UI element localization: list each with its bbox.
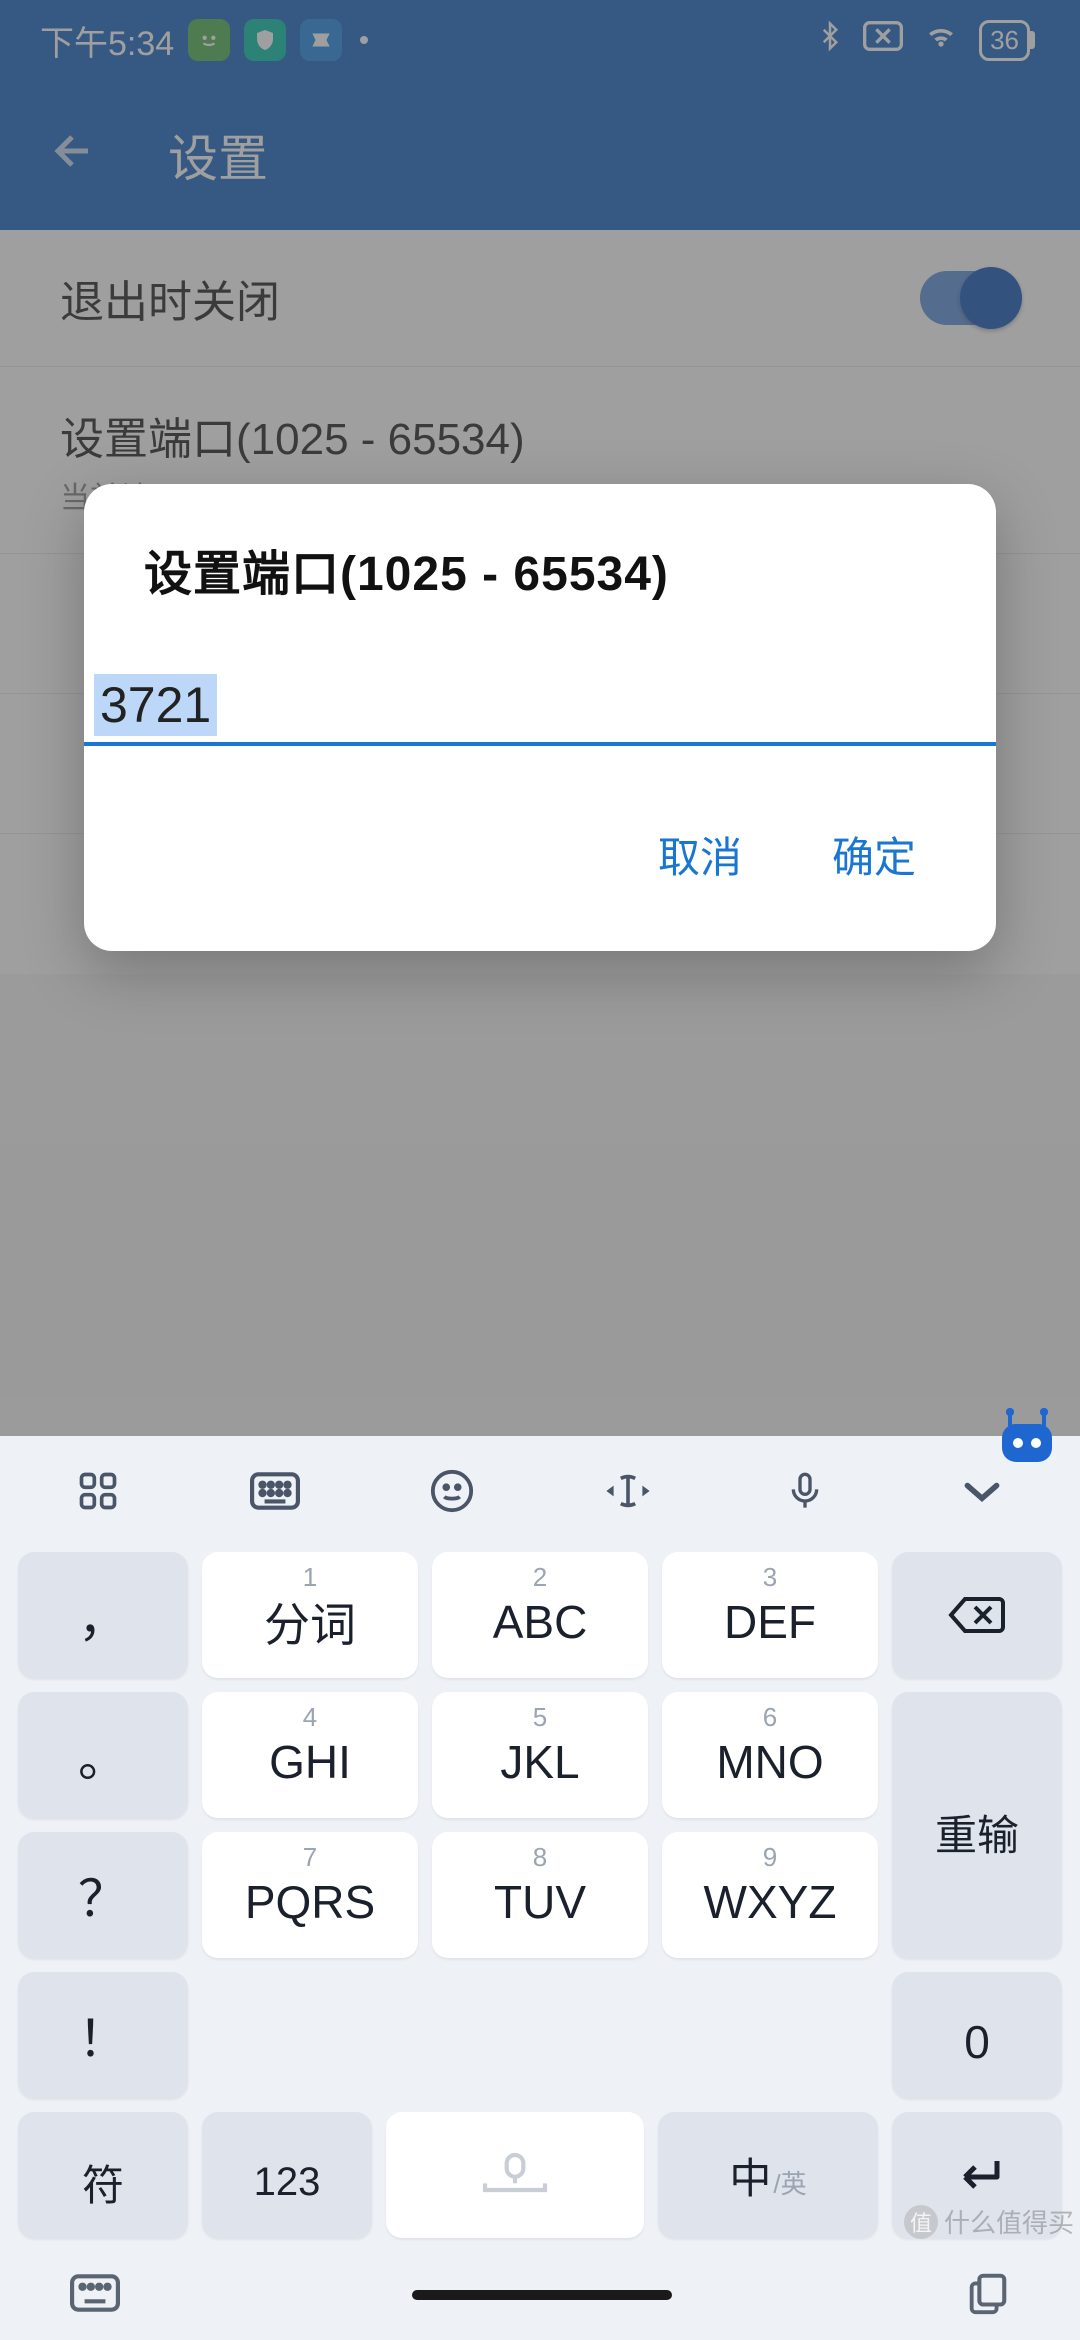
- keyboard-toolbar: [0, 1436, 1080, 1546]
- key-123[interactable]: 123: [202, 2112, 372, 2238]
- key-backspace[interactable]: [892, 1552, 1062, 1678]
- battery-indicator: 36: [979, 20, 1030, 61]
- key-space[interactable]: [386, 2112, 644, 2238]
- setting-label: 退出时关闭: [60, 266, 280, 330]
- setting-close-on-exit[interactable]: 退出时关闭: [0, 230, 1080, 367]
- watermark: 值 什么值得买: [904, 2203, 1074, 2240]
- assistant-robot-icon[interactable]: [992, 1406, 1062, 1468]
- key-9-wxyz[interactable]: 9WXYZ: [662, 1832, 878, 1958]
- more-indicator-icon: [360, 36, 368, 44]
- key-2-abc[interactable]: 2ABC: [432, 1552, 648, 1678]
- port-input-wrap[interactable]: 3721: [84, 674, 996, 746]
- key-comma[interactable]: ，: [18, 1552, 188, 1678]
- page-title: 设置: [168, 119, 268, 191]
- status-bar: 下午5:34 36: [0, 0, 1080, 80]
- wifi-icon: [921, 20, 961, 61]
- system-nav-bar: [0, 2250, 1080, 2340]
- ok-button[interactable]: 确定: [822, 808, 926, 901]
- app-indicator-icon: [188, 19, 230, 61]
- close-box-icon: [863, 20, 903, 61]
- setting-label: 设置端口(1025 - 65534): [60, 403, 525, 467]
- home-indicator[interactable]: [412, 2290, 672, 2300]
- key-6-mno[interactable]: 6MNO: [662, 1692, 878, 1818]
- app-bar: 设置: [0, 80, 1080, 230]
- cancel-button[interactable]: 取消: [648, 808, 752, 901]
- bluetooth-icon: [815, 16, 845, 65]
- status-time: 下午5:34: [40, 16, 174, 65]
- dialog-title: 设置端口(1025 - 65534): [144, 534, 946, 604]
- watermark-badge-icon: 值: [904, 2205, 938, 2239]
- key-exclaim[interactable]: ！: [18, 1972, 188, 2098]
- kb-cursor-icon[interactable]: [548, 1451, 708, 1531]
- key-symbols[interactable]: 符: [18, 2112, 188, 2238]
- kb-apps-icon[interactable]: [18, 1451, 178, 1531]
- back-button[interactable]: [30, 103, 118, 208]
- port-input[interactable]: 3721: [94, 674, 217, 736]
- key-7-pqrs[interactable]: 7PQRS: [202, 1832, 418, 1958]
- key-1-fenci[interactable]: 1分词: [202, 1552, 418, 1678]
- key-period[interactable]: 。: [18, 1692, 188, 1818]
- kb-emoji-icon[interactable]: [372, 1451, 532, 1531]
- toggle-close-on-exit[interactable]: [920, 271, 1020, 325]
- key-4-ghi[interactable]: 4GHI: [202, 1692, 418, 1818]
- es-app-icon: [300, 19, 342, 61]
- key-reenter[interactable]: 重输: [892, 1692, 1062, 1958]
- clipboard-icon[interactable]: [964, 2270, 1010, 2321]
- key-5-jkl[interactable]: 5JKL: [432, 1692, 648, 1818]
- key-8-tuv[interactable]: 8TUV: [432, 1832, 648, 1958]
- key-zero[interactable]: 0: [892, 1972, 1062, 2098]
- key-question[interactable]: ？: [18, 1832, 188, 1958]
- kb-mic-icon[interactable]: [725, 1451, 885, 1531]
- port-dialog: 设置端口(1025 - 65534) 3721 取消 确定: [84, 484, 996, 951]
- key-language[interactable]: 中/英: [658, 2112, 878, 2238]
- key-3-def[interactable]: 3DEF: [662, 1552, 878, 1678]
- ime-switch-icon[interactable]: [70, 2273, 120, 2318]
- kb-keyboard-icon[interactable]: [195, 1451, 355, 1531]
- shield-icon: [244, 19, 286, 61]
